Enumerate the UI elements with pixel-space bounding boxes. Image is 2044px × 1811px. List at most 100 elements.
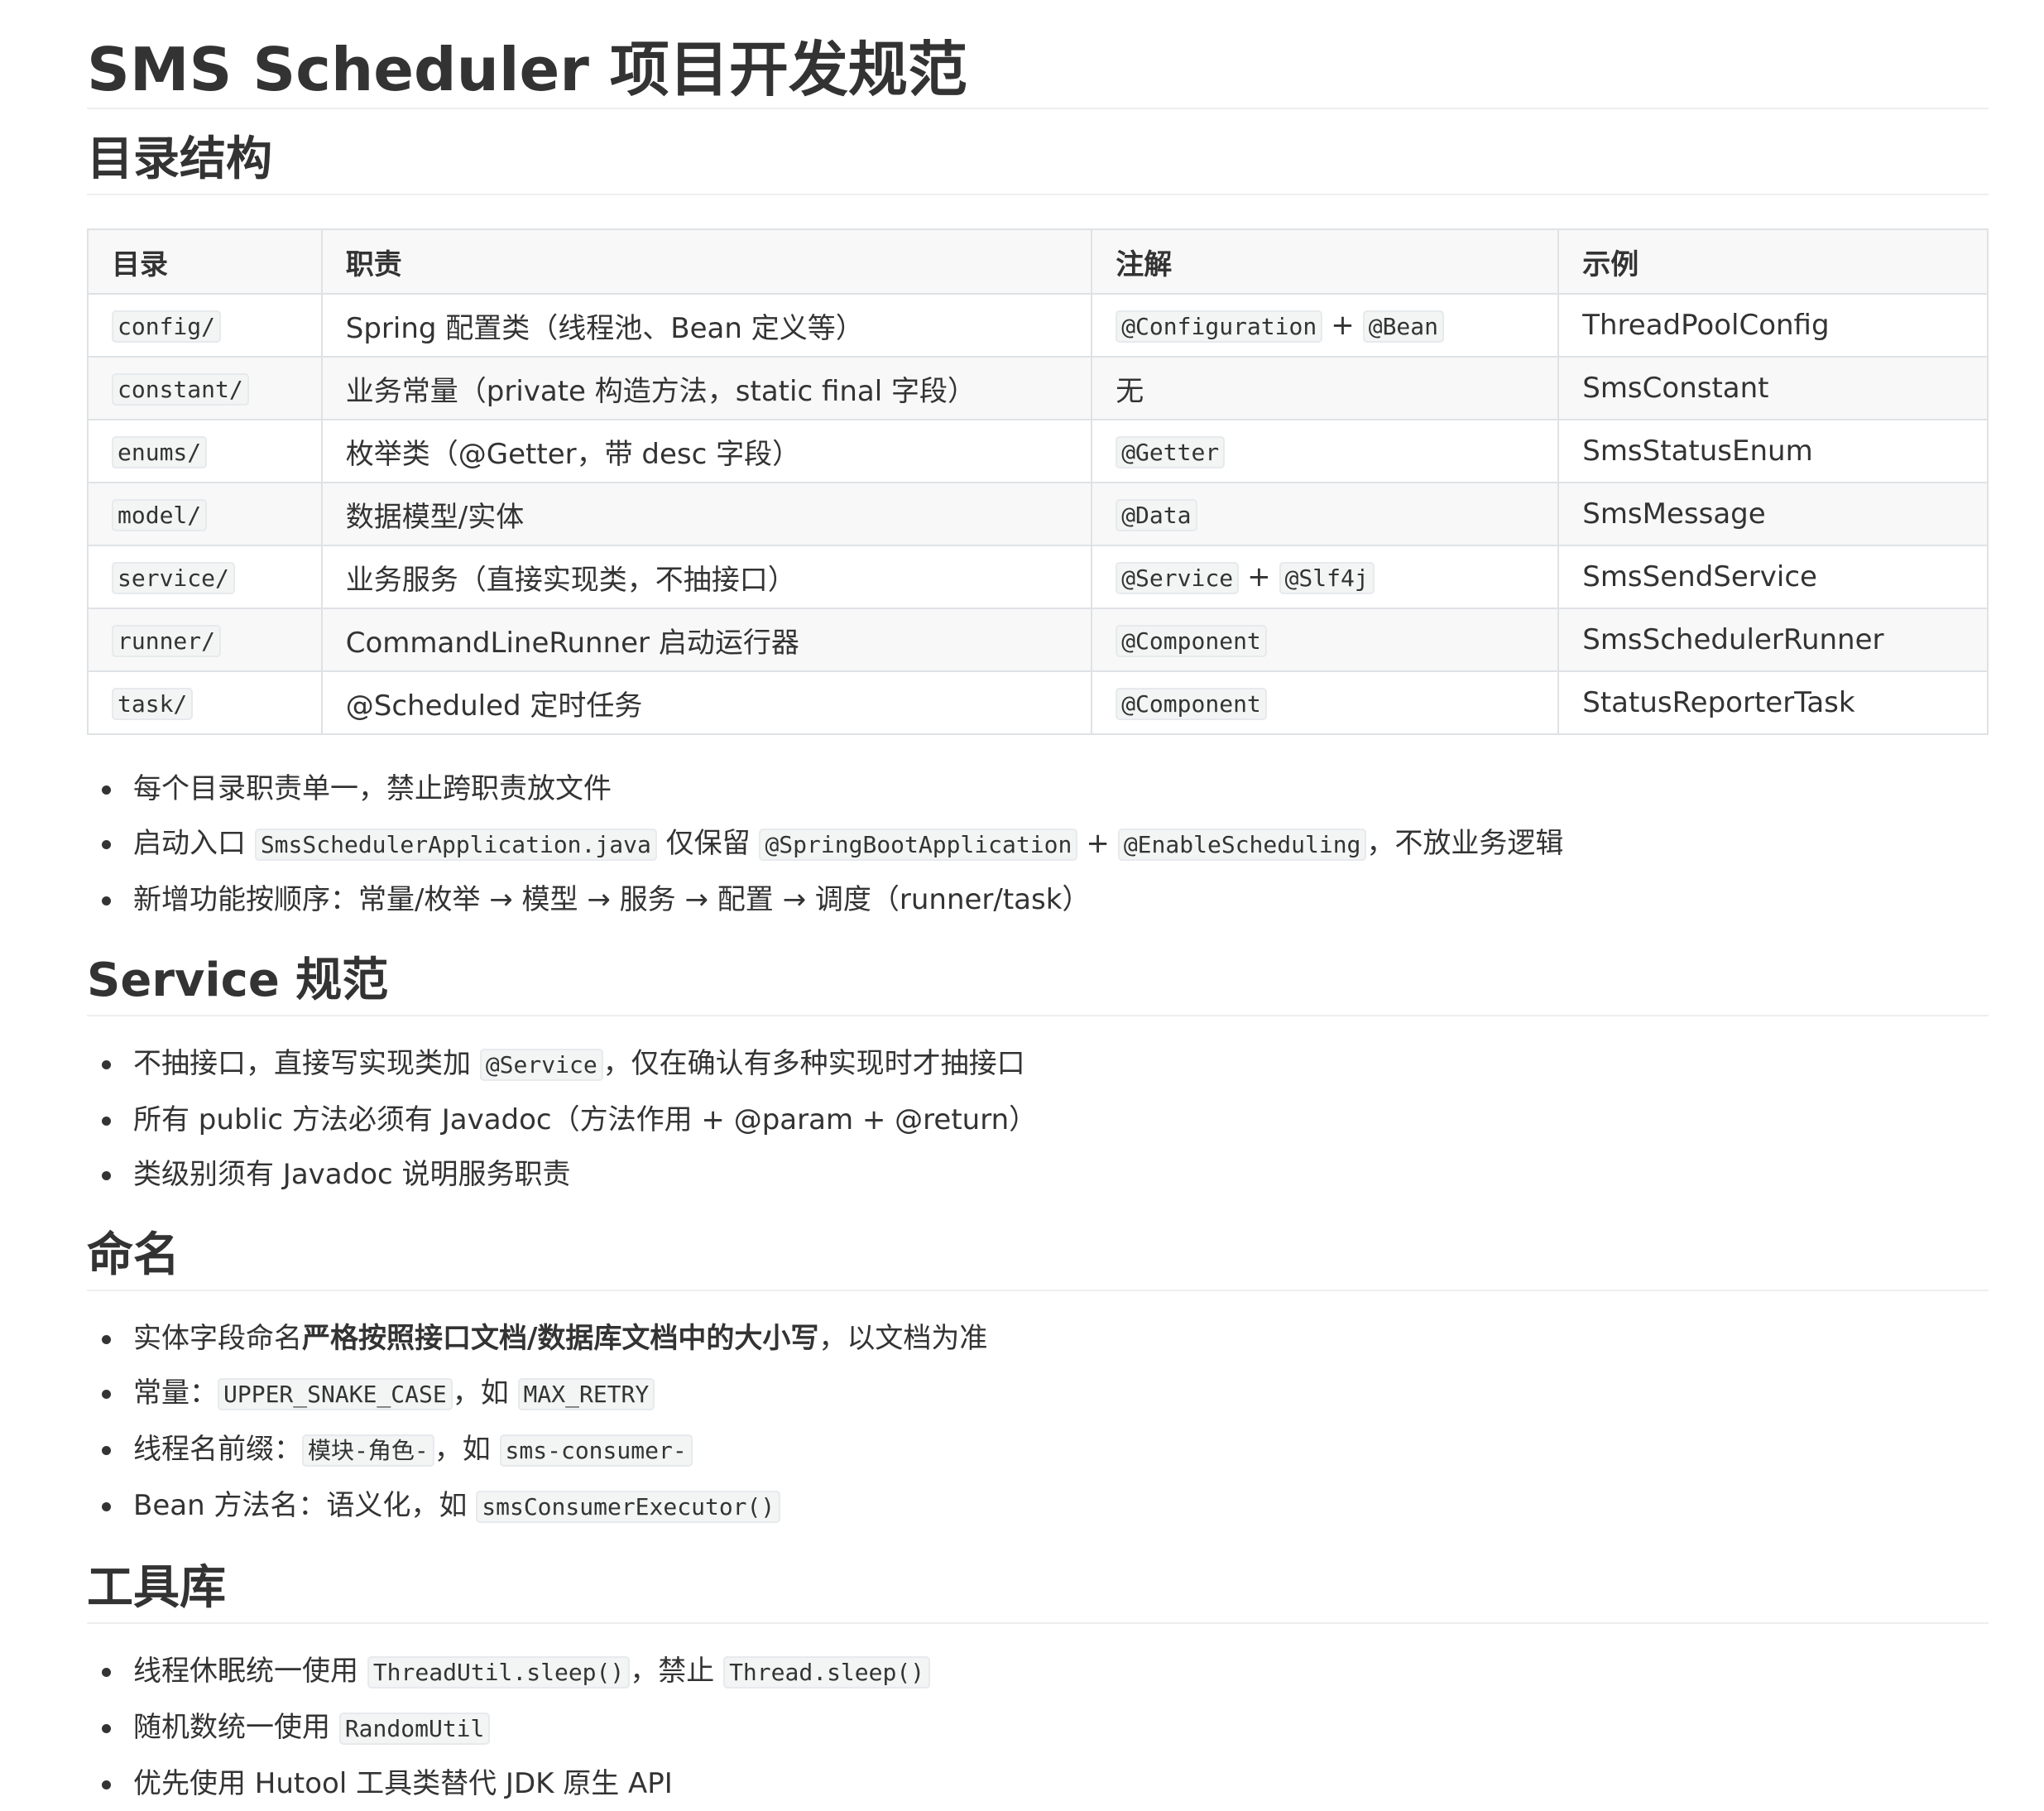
table-cell-example: SmsSendService xyxy=(1557,545,1989,609)
list-item-text: 随机数统一使用 xyxy=(133,1711,339,1744)
list-item: 优先使用 Hutool 工具类替代 JDK 原生 API xyxy=(84,1756,1989,1811)
annotation-code: @Slf4j xyxy=(1279,562,1375,594)
table-cell-example: ThreadPoolConfig xyxy=(1557,293,1989,358)
annotation-code: @Data xyxy=(1116,499,1197,531)
plus-sign: + xyxy=(1086,827,1110,860)
inline-code: @EnableScheduling xyxy=(1117,829,1367,861)
dir-code: config/ xyxy=(112,310,222,343)
list-item-text: 线程休眠统一使用 xyxy=(133,1655,367,1688)
table-cell-annotation: @Service + @Slf4j xyxy=(1091,545,1560,609)
section-heading-naming: 命名 xyxy=(87,1227,1989,1291)
list-item: 线程名前缀： 模块-角色- ，如 sms-consumer- xyxy=(84,1422,1989,1478)
table-cell-example: SmsMessage xyxy=(1557,482,1989,546)
dir-code: model/ xyxy=(112,499,208,531)
table-row: enums/ 枚举类（@Getter，带 desc 字段） @Getter Sm… xyxy=(87,419,1989,483)
table-cell-duty: CommandLineRunner 启动运行器 xyxy=(320,608,1093,672)
section-heading-tools: 工具库 xyxy=(87,1559,1989,1624)
table-cell-annotation: @Component xyxy=(1091,608,1560,672)
table-cell-annotation: @Component xyxy=(1091,670,1560,735)
table-row: task/ @Scheduled 定时任务 @Component StatusR… xyxy=(87,670,1989,735)
inline-code: sms-consumer- xyxy=(499,1434,693,1467)
list-item: 随机数统一使用 RandomUtil xyxy=(84,1700,1989,1756)
dirs-bullet-list: 每个目录职责单一，禁止跨职责放文件 启动入口 SmsSchedulerAppli… xyxy=(87,761,1989,927)
inline-code: MAX_RETRY xyxy=(517,1378,655,1410)
inline-code: SmsSchedulerApplication.java xyxy=(254,829,657,861)
table-header-dir: 目录 xyxy=(87,228,323,295)
dir-code: enums/ xyxy=(112,436,208,468)
list-item-text: 线程名前缀： xyxy=(133,1433,302,1466)
plus-sign: + xyxy=(1247,560,1271,593)
dir-code: service/ xyxy=(112,562,235,594)
table-row: runner/ CommandLineRunner 启动运行器 @Compone… xyxy=(87,608,1989,672)
tools-bullet-list: 线程休眠统一使用 ThreadUtil.sleep() ，禁止 Thread.sl… xyxy=(87,1644,1989,1811)
table-cell-dir: runner/ xyxy=(87,608,323,672)
table-cell-duty: 业务服务（直接实现类，不抽接口） xyxy=(320,545,1093,609)
list-item-text: 不抽接口，直接写实现类加 xyxy=(133,1047,480,1080)
table-cell-example: StatusReporterTask xyxy=(1557,670,1989,735)
annotation-code: @Service xyxy=(1116,562,1240,594)
table-row: model/ 数据模型/实体 @Data SmsMessage xyxy=(87,482,1989,546)
table-cell-example: SmsStatusEnum xyxy=(1557,419,1989,483)
annotation-code: @Configuration xyxy=(1116,310,1323,343)
table-row: config/ Spring 配置类（线程池、Bean 定义等） @Config… xyxy=(87,293,1989,358)
inline-code: Thread.sleep() xyxy=(723,1656,931,1689)
table-header-row: 目录 职责 注解 示例 xyxy=(87,228,1989,295)
list-item-text: ，禁止 xyxy=(630,1655,724,1688)
service-bullet-list: 不抽接口，直接写实现类加 @Service ，仅在确认有多种实现时才抽接口 所有 … xyxy=(87,1036,1989,1202)
table-cell-dir: task/ xyxy=(87,670,323,735)
annotation-code: @Component xyxy=(1116,688,1267,720)
table-row: service/ 业务服务（直接实现类，不抽接口） @Service + @Slf4… xyxy=(87,545,1989,609)
table-header-annotation: 注解 xyxy=(1091,228,1560,295)
list-item-text: ，不放业务逻辑 xyxy=(1366,827,1564,860)
list-item: 常量： UPPER_SNAKE_CASE ，如 MAX_RETRY xyxy=(84,1366,1989,1422)
annotation-code: @Bean xyxy=(1362,310,1445,343)
list-item-text: ，如 xyxy=(434,1433,500,1466)
bold-text: 严格按照接口文档/数据库文档中的大小写 xyxy=(302,1322,819,1355)
list-item: Bean 方法名：语义化，如 smsConsumerExecutor() xyxy=(84,1478,1989,1535)
list-item-text: ，以文档为准 xyxy=(818,1322,988,1355)
table-cell-duty: 业务常量（private 构造方法，static final 字段） xyxy=(320,356,1093,420)
list-item-text: 仅保留 xyxy=(656,827,760,860)
table-cell-duty: 数据模型/实体 xyxy=(320,482,1093,546)
table-cell-duty: 枚举类（@Getter，带 desc 字段） xyxy=(320,419,1093,483)
table-cell-dir: constant/ xyxy=(87,356,323,420)
list-item-text: 实体字段命名 xyxy=(133,1322,302,1355)
table-cell-duty: Spring 配置类（线程池、Bean 定义等） xyxy=(320,293,1093,358)
section-heading-dirs: 目录结构 xyxy=(87,131,1989,195)
directory-table: 目录 职责 注解 示例 config/ Spring 配置类（线程池、Bean … xyxy=(87,228,1989,735)
list-item-text: 常量： xyxy=(133,1376,218,1410)
inline-code: ThreadUtil.sleep() xyxy=(367,1656,631,1689)
table-cell-annotation: @Data xyxy=(1091,482,1560,546)
inline-code: RandomUtil xyxy=(338,1713,491,1745)
inline-code: smsConsumerExecutor() xyxy=(476,1491,781,1523)
list-item-text: ，如 xyxy=(452,1376,518,1410)
list-item: 所有 public 方法必须有 Javadoc（方法作用 + @param + … xyxy=(84,1093,1989,1147)
dir-code: runner/ xyxy=(112,625,222,657)
table-cell-annotation: @Getter xyxy=(1091,419,1560,483)
table-cell-annotation: @Configuration + @Bean xyxy=(1091,293,1560,358)
inline-code: @SpringBootApplication xyxy=(759,829,1078,861)
table-cell-example: SmsConstant xyxy=(1557,356,1989,420)
table-cell-dir: config/ xyxy=(87,293,323,358)
list-item: 每个目录职责单一，禁止跨职责放文件 xyxy=(84,761,1989,816)
table-cell-dir: model/ xyxy=(87,482,323,546)
table-cell-duty: @Scheduled 定时任务 xyxy=(320,670,1093,735)
inline-code: @Service xyxy=(479,1049,603,1081)
document-page: SMS Scheduler 项目开发规范 目录结构 目录 职责 注解 示例 co… xyxy=(0,0,2044,1811)
list-item: 启动入口 SmsSchedulerApplication.java 仅保留 @S… xyxy=(84,816,1989,872)
inline-code: UPPER_SNAKE_CASE xyxy=(218,1378,453,1410)
table-cell-dir: service/ xyxy=(87,545,323,609)
inline-code: 模块-角色- xyxy=(302,1434,434,1467)
list-item: 线程休眠统一使用 ThreadUtil.sleep() ，禁止 Thread.sl… xyxy=(84,1644,1989,1700)
table-header-duty: 职责 xyxy=(320,228,1093,295)
plus-sign: + xyxy=(1331,309,1355,342)
annotation-code: @Getter xyxy=(1116,436,1226,468)
table-cell-dir: enums/ xyxy=(87,419,323,483)
table-cell-annotation: 无 xyxy=(1091,356,1560,420)
dir-code: constant/ xyxy=(112,373,249,406)
list-item: 不抽接口，直接写实现类加 @Service ，仅在确认有多种实现时才抽接口 xyxy=(84,1036,1989,1093)
list-item-text: ，仅在确认有多种实现时才抽接口 xyxy=(602,1047,1025,1080)
list-item: 新增功能按顺序：常量/枚举 → 模型 → 服务 → 配置 → 调度（runner… xyxy=(84,872,1989,927)
table-row: constant/ 业务常量（private 构造方法，static final… xyxy=(87,356,1989,420)
list-item: 实体字段命名严格按照接口文档/数据库文档中的大小写，以文档为准 xyxy=(84,1311,1989,1366)
